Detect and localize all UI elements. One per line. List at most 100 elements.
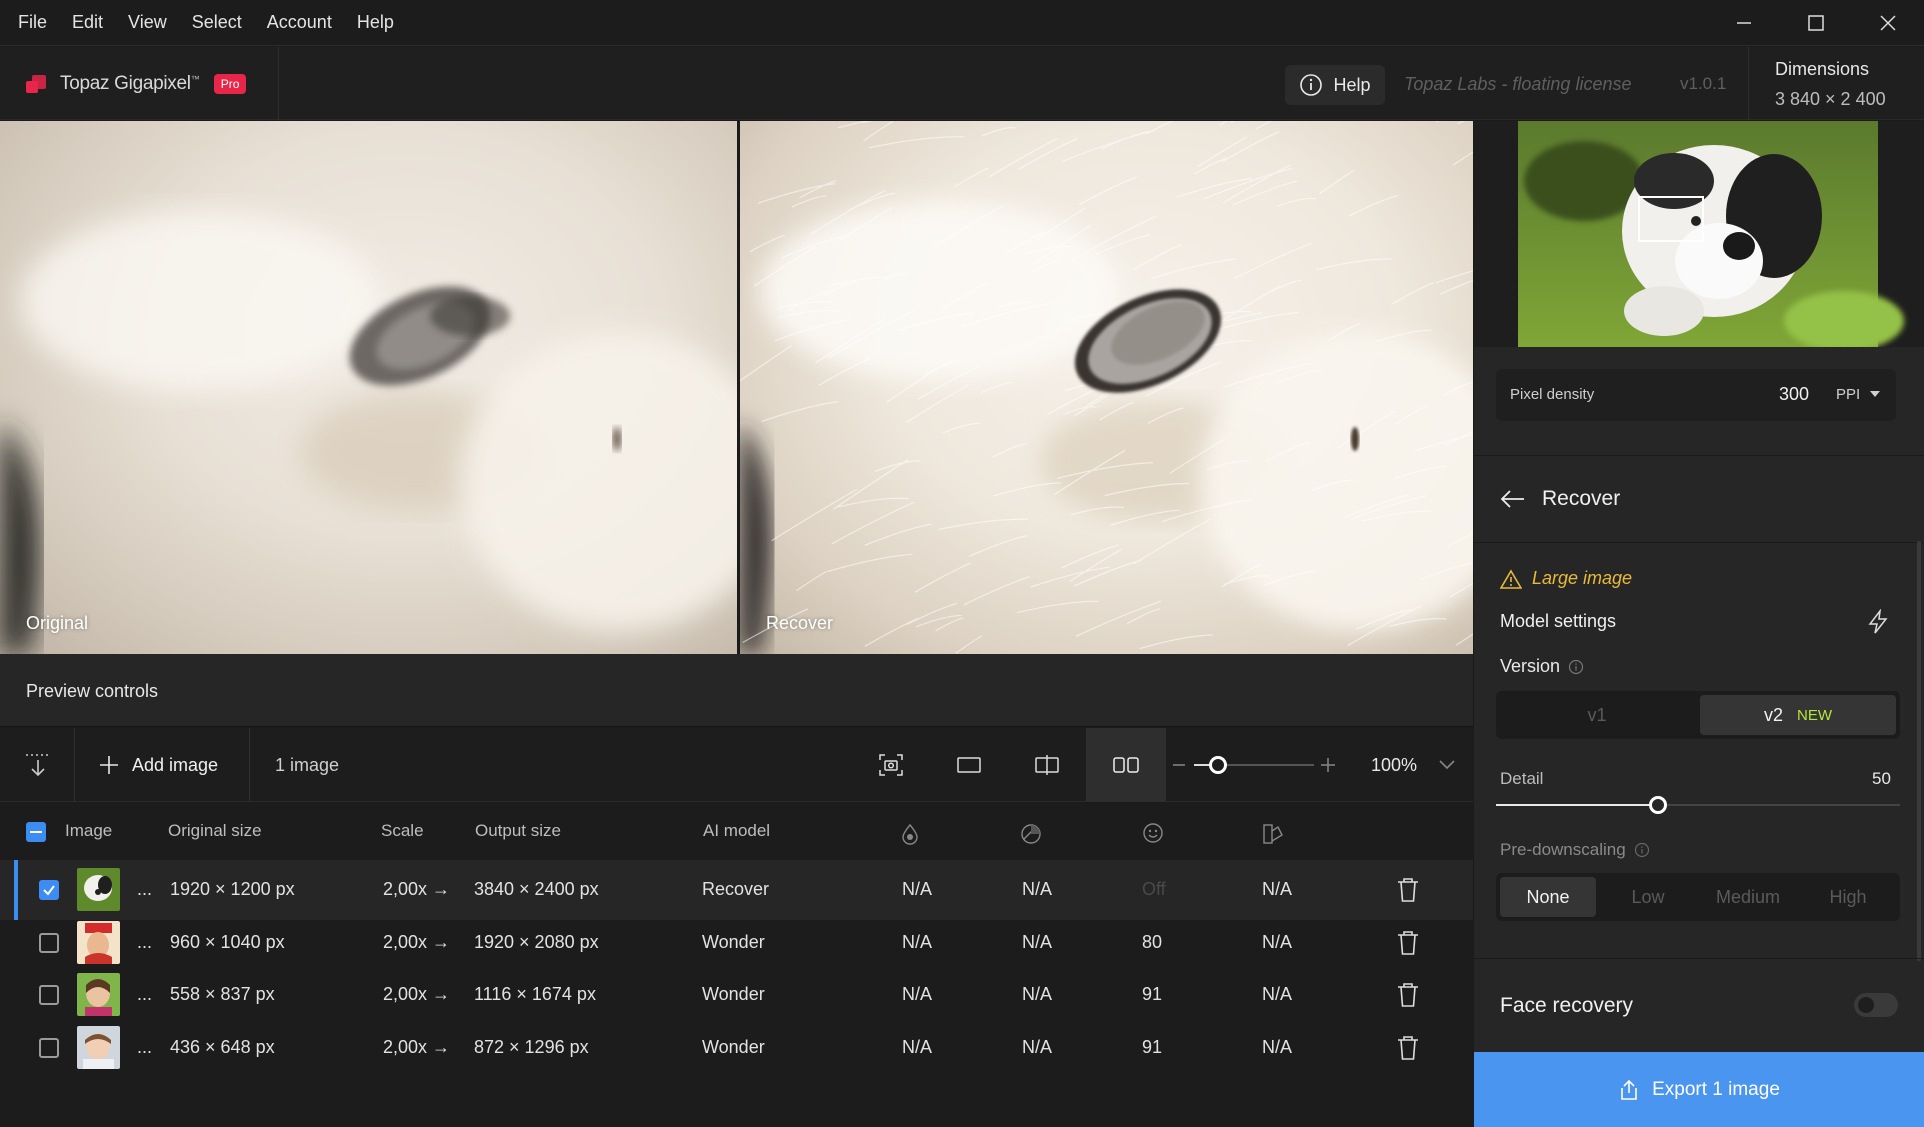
new-badge: NEW	[1797, 706, 1832, 724]
header-divider	[1748, 47, 1749, 120]
table-row[interactable]: ... 1920 × 1200 px 2,00x → 3840 × 2400 px Re…	[0, 860, 1473, 920]
close-icon[interactable]	[1852, 0, 1924, 46]
face-recovery-label: Face recovery	[1500, 994, 1634, 1017]
side-by-side-view-icon[interactable]	[1086, 728, 1166, 802]
back-arrow-icon[interactable]	[1500, 489, 1526, 509]
row-output-size: 872 × 1296 px	[474, 1036, 589, 1057]
chevron-down-icon[interactable]	[1438, 728, 1456, 802]
menu-select[interactable]: Select	[192, 12, 242, 33]
row-checkbox[interactable]	[39, 985, 59, 1005]
pixel-density-field[interactable]: Pixel density 300 PPI	[1496, 369, 1896, 421]
row-scale[interactable]: 2,00x →	[383, 879, 450, 900]
predownscale-medium-label: Medium	[1715, 886, 1781, 907]
predownscale-high-label: High	[1829, 886, 1867, 907]
main-menu: File Edit View Select Account Help	[18, 12, 419, 33]
preview-controls-bar[interactable]: Preview controls	[0, 654, 1473, 727]
info-icon[interactable]	[1568, 659, 1584, 675]
screenshot-icon[interactable]	[878, 728, 904, 802]
trash-icon[interactable]	[1396, 877, 1420, 903]
predownscale-medium[interactable]: Medium	[1700, 877, 1796, 917]
version-text: v1.0.1	[1680, 74, 1727, 93]
row-checkbox[interactable]	[39, 880, 59, 900]
col-ai-model[interactable]: AI model	[703, 821, 770, 841]
row-checkbox[interactable]	[39, 1037, 59, 1058]
row-color-value: N/A	[1262, 879, 1293, 899]
model-title: Recover	[1542, 487, 1621, 510]
menu-help[interactable]: Help	[357, 12, 394, 33]
menu-file[interactable]: File	[18, 12, 47, 33]
menu-view[interactable]: View	[128, 12, 167, 33]
image-count: 1 image	[275, 728, 339, 802]
navigator-preview[interactable]	[1474, 121, 1924, 347]
row-scale[interactable]: 2,00x →	[383, 1037, 450, 1058]
predownscale-none[interactable]: None	[1500, 877, 1596, 917]
row-scale[interactable]: 2,00x →	[383, 932, 450, 953]
row-menu[interactable]: ...	[137, 1037, 152, 1058]
trash-icon[interactable]	[1396, 930, 1420, 956]
lightning-icon[interactable]	[1866, 609, 1890, 635]
row-face-value: Off	[1142, 879, 1166, 899]
info-icon[interactable]	[1634, 842, 1650, 858]
menu-edit[interactable]: Edit	[72, 12, 103, 33]
col-original-size[interactable]: Original size	[168, 821, 262, 841]
export-button[interactable]: Export 1 image	[1474, 1052, 1924, 1127]
caret-down-icon[interactable]	[1870, 391, 1880, 399]
trash-icon[interactable]	[1396, 1035, 1420, 1061]
row-sharpen-value: N/A	[1022, 931, 1053, 952]
recover-preview[interactable]: Recover	[740, 121, 1473, 654]
image-table: Image Original size Scale Output size AI…	[0, 803, 1473, 1127]
predownscale-high[interactable]: High	[1800, 877, 1896, 917]
export-label: Export 1 image	[1652, 1078, 1780, 1100]
collapse-icon[interactable]	[24, 728, 52, 802]
panel-divider	[1474, 958, 1924, 959]
zoom-slider-thumb[interactable]	[1209, 756, 1227, 774]
color-correction-icon	[1263, 824, 1283, 844]
row-thumbnail	[77, 973, 120, 1016]
row-output-size: 1116 × 1674 px	[474, 984, 596, 1004]
row-scale[interactable]: 2,00x →	[383, 984, 450, 1005]
table-header: Image Original size Scale Output size AI…	[0, 803, 1473, 860]
col-image[interactable]: Image	[65, 821, 112, 841]
row-menu[interactable]: ...	[137, 932, 152, 953]
table-row[interactable]: ... 436 × 648 px 2,00x → 872 × 1296 px Wonde…	[0, 1018, 1473, 1078]
single-view-icon[interactable]	[956, 728, 982, 802]
large-image-warning: Large image	[1500, 568, 1632, 589]
row-menu[interactable]: ...	[137, 879, 152, 900]
minimize-icon[interactable]	[1708, 0, 1780, 46]
row-original-size: 436 × 648 px	[170, 1036, 275, 1057]
detail-slider-thumb[interactable]	[1648, 796, 1667, 814]
table-row[interactable]: ... 558 × 837 px 2,00x → 1116 × 1674 px Wond…	[0, 965, 1473, 1025]
trash-icon[interactable]	[1396, 982, 1420, 1008]
split-view-icon[interactable]	[1034, 728, 1060, 802]
table-row[interactable]: ... 960 × 1040 px 2,00x → 1920 × 2080 px Won…	[0, 913, 1473, 973]
detail-slider[interactable]	[1496, 791, 1900, 821]
maximize-icon[interactable]	[1780, 0, 1852, 46]
predownscale-low[interactable]: Low	[1600, 877, 1696, 917]
col-output-size[interactable]: Output size	[475, 821, 561, 841]
original-preview[interactable]: Original	[0, 121, 737, 654]
add-image-label: Add image	[132, 754, 219, 775]
model-header: Recover	[1500, 487, 1620, 511]
toolbar-divider	[249, 728, 250, 802]
version-v1[interactable]: v1	[1500, 695, 1694, 735]
row-checkbox[interactable]	[39, 932, 59, 953]
add-image-button[interactable]: Add image	[98, 728, 218, 802]
pixel-density-value[interactable]: 300	[1779, 384, 1809, 405]
face-recovery-toggle[interactable]	[1854, 993, 1898, 1017]
version-v2[interactable]: v2 NEW	[1700, 695, 1896, 735]
detail-value: 50	[1872, 769, 1891, 788]
col-scale[interactable]: Scale	[381, 821, 424, 841]
menu-account[interactable]: Account	[267, 12, 332, 33]
export-icon	[1621, 1079, 1637, 1100]
select-all-checkbox[interactable]	[26, 822, 46, 842]
zoom-slider[interactable]	[1194, 728, 1314, 802]
zoom-in-icon[interactable]	[1320, 728, 1336, 802]
zoom-out-icon[interactable]	[1172, 728, 1186, 802]
panel-scrollbar[interactable]	[1917, 541, 1921, 961]
version-row: Version	[1500, 656, 1584, 677]
help-button[interactable]: Help	[1285, 65, 1385, 105]
zoom-value[interactable]: 100%	[1371, 728, 1417, 802]
row-color-value: N/A	[1262, 931, 1293, 952]
pixel-density-unit[interactable]: PPI	[1836, 386, 1860, 403]
row-menu[interactable]: ...	[137, 984, 152, 1005]
